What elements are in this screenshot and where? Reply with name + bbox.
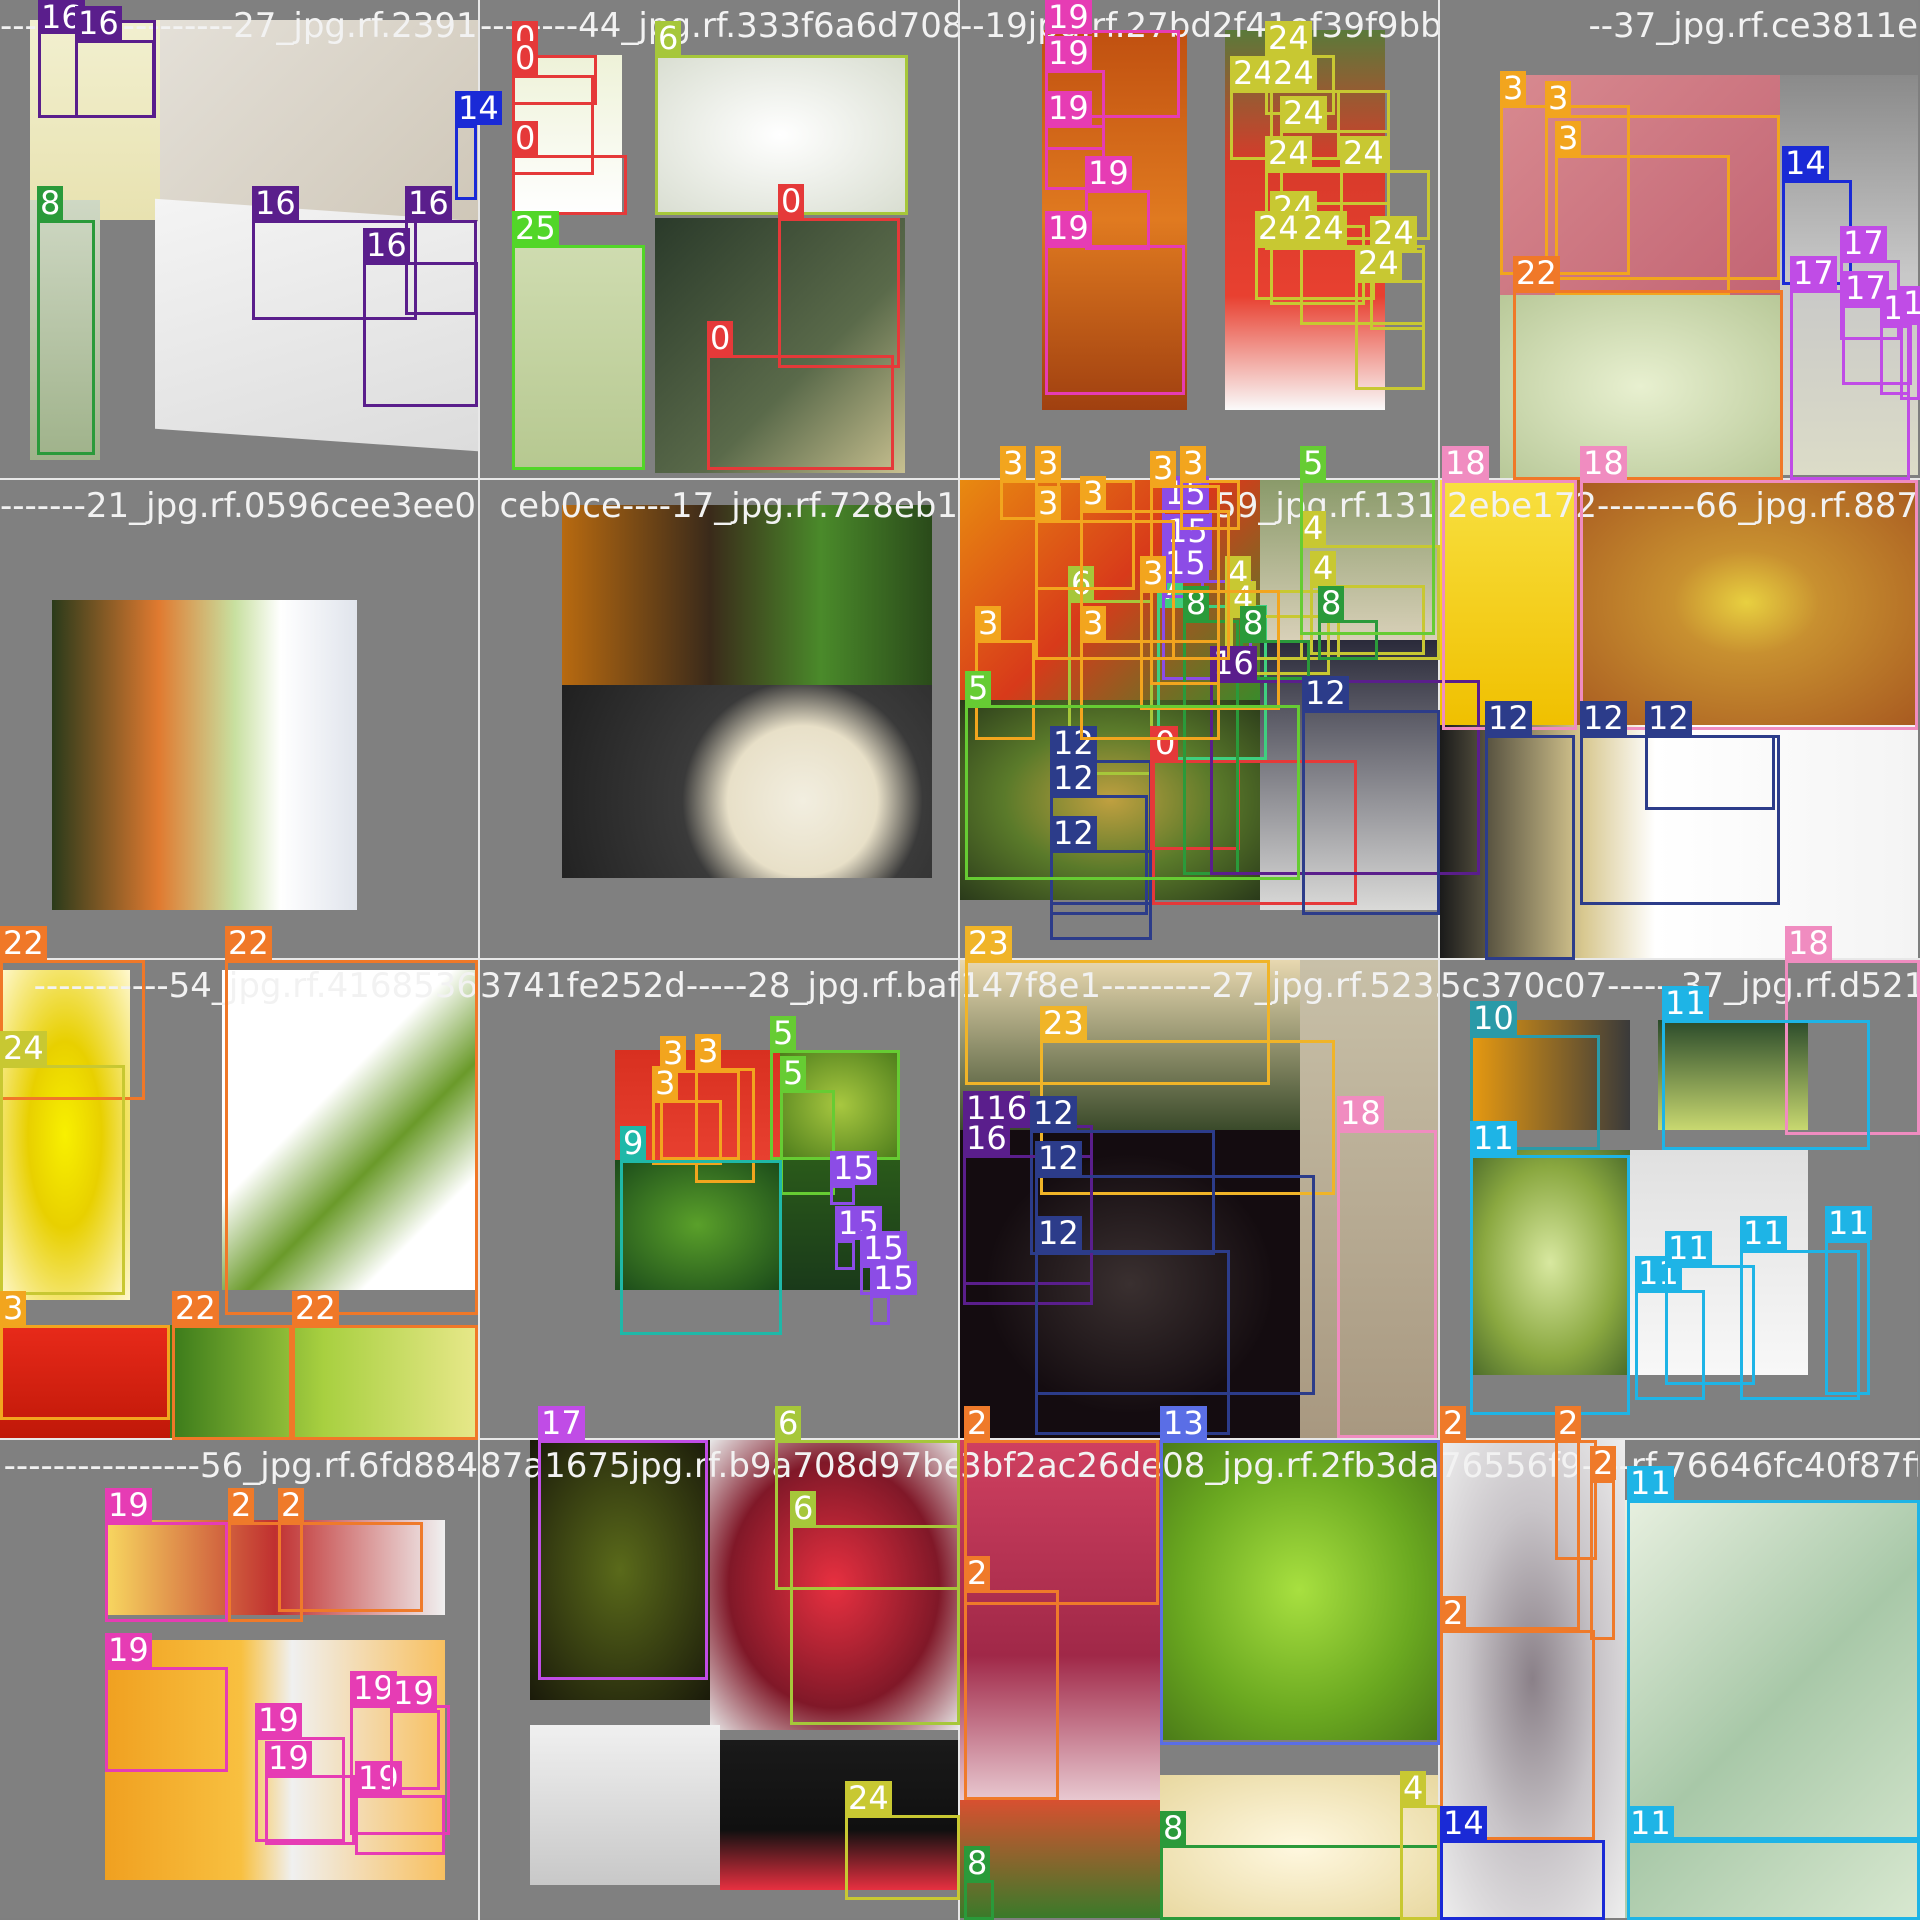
tile-image <box>155 198 478 452</box>
tile-caption: ceb0ce----17_jpg.rf.728eb1 <box>499 486 958 526</box>
tile-caption: 147f8e1---------27_jpg.rf.5235 <box>960 966 1438 1006</box>
tile-image <box>530 1725 720 1885</box>
tile-image <box>1440 1440 1625 1918</box>
tile-image <box>1630 1150 1808 1375</box>
tile-image <box>105 1520 445 1615</box>
tile-image <box>105 1640 445 1880</box>
tile-caption: ----------------56_jpg.rf.6fd884 <box>3 1446 478 1486</box>
tile-image <box>562 685 932 878</box>
tile-9: -----------54_jpg.rf.4168536 <box>0 960 478 1438</box>
tile-image <box>160 20 478 220</box>
tile-image <box>1500 295 1780 478</box>
tile-caption: 87a1675jpg.rf.b9a708d97be <box>480 1446 958 1486</box>
tile-image <box>1470 1150 1630 1375</box>
tile-image <box>720 1740 958 1890</box>
tile-image <box>170 1325 478 1438</box>
tile-7: 59_jpg.rf.131 <box>960 480 1438 958</box>
tile-image <box>1225 30 1385 410</box>
tile-image <box>1300 960 1438 1438</box>
tile-image <box>512 55 622 215</box>
tile-image <box>1658 1020 1808 1130</box>
tile-11: 147f8e1---------27_jpg.rf.5235 <box>960 960 1438 1438</box>
tile-image <box>780 1160 900 1290</box>
grid-divider <box>958 0 960 1920</box>
grid-divider <box>0 478 1920 480</box>
tile-4: --37_jpg.rf.ce3811e <box>1440 0 1918 478</box>
tile-image <box>615 1160 780 1290</box>
tile-12: 5c370c07------37_jpg.rf.d5218 <box>1440 960 1918 1438</box>
tile-5: -------21_jpg.rf.0596cee3ee063486 <box>0 480 478 958</box>
tile-caption: 3741fe252d-----28_jpg.rf.baf <box>480 966 958 1006</box>
tile-caption: --19jpg.rf.27bd2f41ef39f9bbd90b8a67d <box>960 6 1438 46</box>
tile-image <box>1260 640 1438 910</box>
tile-caption: 5c370c07------37_jpg.rf.d5218 <box>1440 966 1918 1006</box>
tile-image <box>1042 30 1187 410</box>
tile-caption: 2ebe172--------66_jpg.rf.887 <box>1447 486 1918 526</box>
tile-image <box>1440 725 1918 958</box>
tile-16: 76556f9----rf.76646fc40f87ff <box>1440 1440 1918 1918</box>
tile-image <box>1160 1775 1438 1918</box>
tile-image <box>655 218 905 473</box>
tile-image <box>0 970 130 1300</box>
tile-3: --19jpg.rf.27bd2f41ef39f9bbd90b8a67d <box>960 0 1438 478</box>
grid-divider <box>0 958 1920 960</box>
tile-image <box>562 505 932 685</box>
grid-divider <box>1438 0 1440 1920</box>
tile-image <box>0 1325 170 1438</box>
tile-15: 3bf2ac26de08_jpg.rf.2fb3da <box>960 1440 1438 1918</box>
tile-14: 87a1675jpg.rf.b9a708d97be <box>480 1440 958 1918</box>
tile-image <box>1625 1500 1918 1918</box>
tile-caption: -----------54_jpg.rf.4168536 <box>33 966 478 1006</box>
tile-10: 3741fe252d-----28_jpg.rf.baf <box>480 960 958 1438</box>
tile-image <box>960 1440 1160 1800</box>
tile-8: 2ebe172--------66_jpg.rf.887 <box>1440 480 1918 958</box>
tile-13: ----------------56_jpg.rf.6fd884 <box>0 1440 478 1918</box>
tile-image <box>960 700 1260 900</box>
tile-image <box>30 20 160 220</box>
tile-image <box>52 600 357 910</box>
tile-caption: -------------------27_jpg.rf.2391f5 <box>0 6 478 46</box>
tile-caption: 76556f9----rf.76646fc40f87ff <box>1440 1446 1918 1486</box>
tile-1: -------------------27_jpg.rf.2391f5 <box>0 0 478 478</box>
tile-2: --------44_jpg.rf.333f6a6d7083 <box>480 0 958 478</box>
tile-image <box>30 200 100 460</box>
tile-caption: -------21_jpg.rf.0596cee3ee063486 <box>0 486 478 526</box>
tile-image <box>615 1050 780 1160</box>
tile-image <box>512 245 642 470</box>
detection-mosaic: -------------------27_jpg.rf.2391f5 ----… <box>0 0 1920 1920</box>
tile-image <box>960 1800 1160 1918</box>
tile-caption: --------44_jpg.rf.333f6a6d7083 <box>480 6 958 46</box>
tile-image <box>222 970 478 1290</box>
tile-image <box>655 55 905 215</box>
tile-caption: --37_jpg.rf.ce3811e <box>1588 6 1918 46</box>
tile-image <box>1780 75 1918 475</box>
grid-divider <box>478 0 480 1920</box>
tile-caption: 59_jpg.rf.131 <box>1215 486 1438 526</box>
grid-divider <box>0 1438 1920 1440</box>
tile-image <box>960 1130 1300 1438</box>
tile-6: ceb0ce----17_jpg.rf.728eb1 <box>480 480 958 958</box>
tile-image <box>1470 1020 1630 1130</box>
tile-caption: 3bf2ac26de08_jpg.rf.2fb3da <box>960 1446 1438 1486</box>
tile-image <box>780 1050 900 1160</box>
